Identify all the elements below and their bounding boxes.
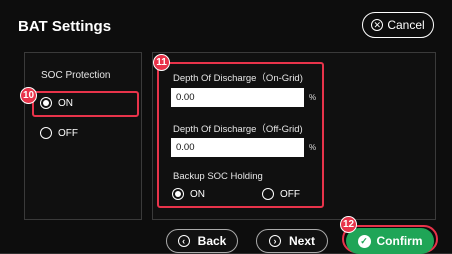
backup-option-on[interactable]: ON bbox=[172, 188, 205, 200]
backup-option-off-label: OFF bbox=[280, 188, 300, 200]
annotation-badge-11: 11 bbox=[153, 54, 170, 71]
soc-option-off[interactable]: OFF bbox=[40, 127, 78, 139]
soc-option-on[interactable]: ON bbox=[40, 97, 73, 109]
off-grid-input[interactable]: 0.00 bbox=[171, 138, 304, 157]
soc-option-off-label: OFF bbox=[58, 127, 78, 139]
soc-option-on-label: ON bbox=[58, 97, 73, 109]
radio-unselected-icon bbox=[40, 127, 52, 139]
radio-unselected-icon bbox=[262, 188, 274, 200]
annotation-badge-10: 10 bbox=[20, 87, 37, 104]
backup-option-on-label: ON bbox=[190, 188, 205, 200]
on-grid-input[interactable]: 0.00 bbox=[171, 88, 304, 107]
backup-soc-label: Backup SOC Holding bbox=[173, 171, 263, 182]
next-label: Next bbox=[288, 234, 315, 248]
annotation-badge-12: 12 bbox=[340, 216, 357, 233]
radio-selected-icon bbox=[172, 188, 184, 200]
next-button[interactable]: › Next bbox=[256, 229, 328, 253]
confirm-button[interactable]: ✓ Confirm bbox=[346, 228, 434, 254]
backup-option-off[interactable]: OFF bbox=[262, 188, 300, 200]
page-title: BAT Settings bbox=[18, 18, 112, 35]
on-grid-unit: % bbox=[309, 93, 317, 102]
chevron-left-icon: ‹ bbox=[177, 235, 190, 247]
off-grid-unit: % bbox=[309, 143, 317, 152]
radio-selected-icon bbox=[40, 97, 52, 109]
on-grid-label: Depth Of Discharge（On-Grid) bbox=[173, 73, 303, 84]
soc-protection-label: SOC Protection bbox=[41, 70, 111, 81]
settings-screen: BAT Settings ✕ Cancel SOC Protection 10 … bbox=[0, 0, 452, 254]
confirm-label: Confirm bbox=[376, 234, 423, 248]
cancel-label: Cancel bbox=[387, 18, 425, 32]
check-icon: ✓ bbox=[357, 234, 371, 248]
chevron-right-icon: › bbox=[268, 235, 281, 247]
off-grid-label: Depth Of Discharge（Off-Grid) bbox=[173, 124, 303, 135]
close-icon: ✕ bbox=[371, 19, 384, 31]
back-label: Back bbox=[197, 234, 227, 248]
cancel-button[interactable]: ✕ Cancel bbox=[362, 12, 434, 38]
back-button[interactable]: ‹ Back bbox=[166, 229, 238, 253]
